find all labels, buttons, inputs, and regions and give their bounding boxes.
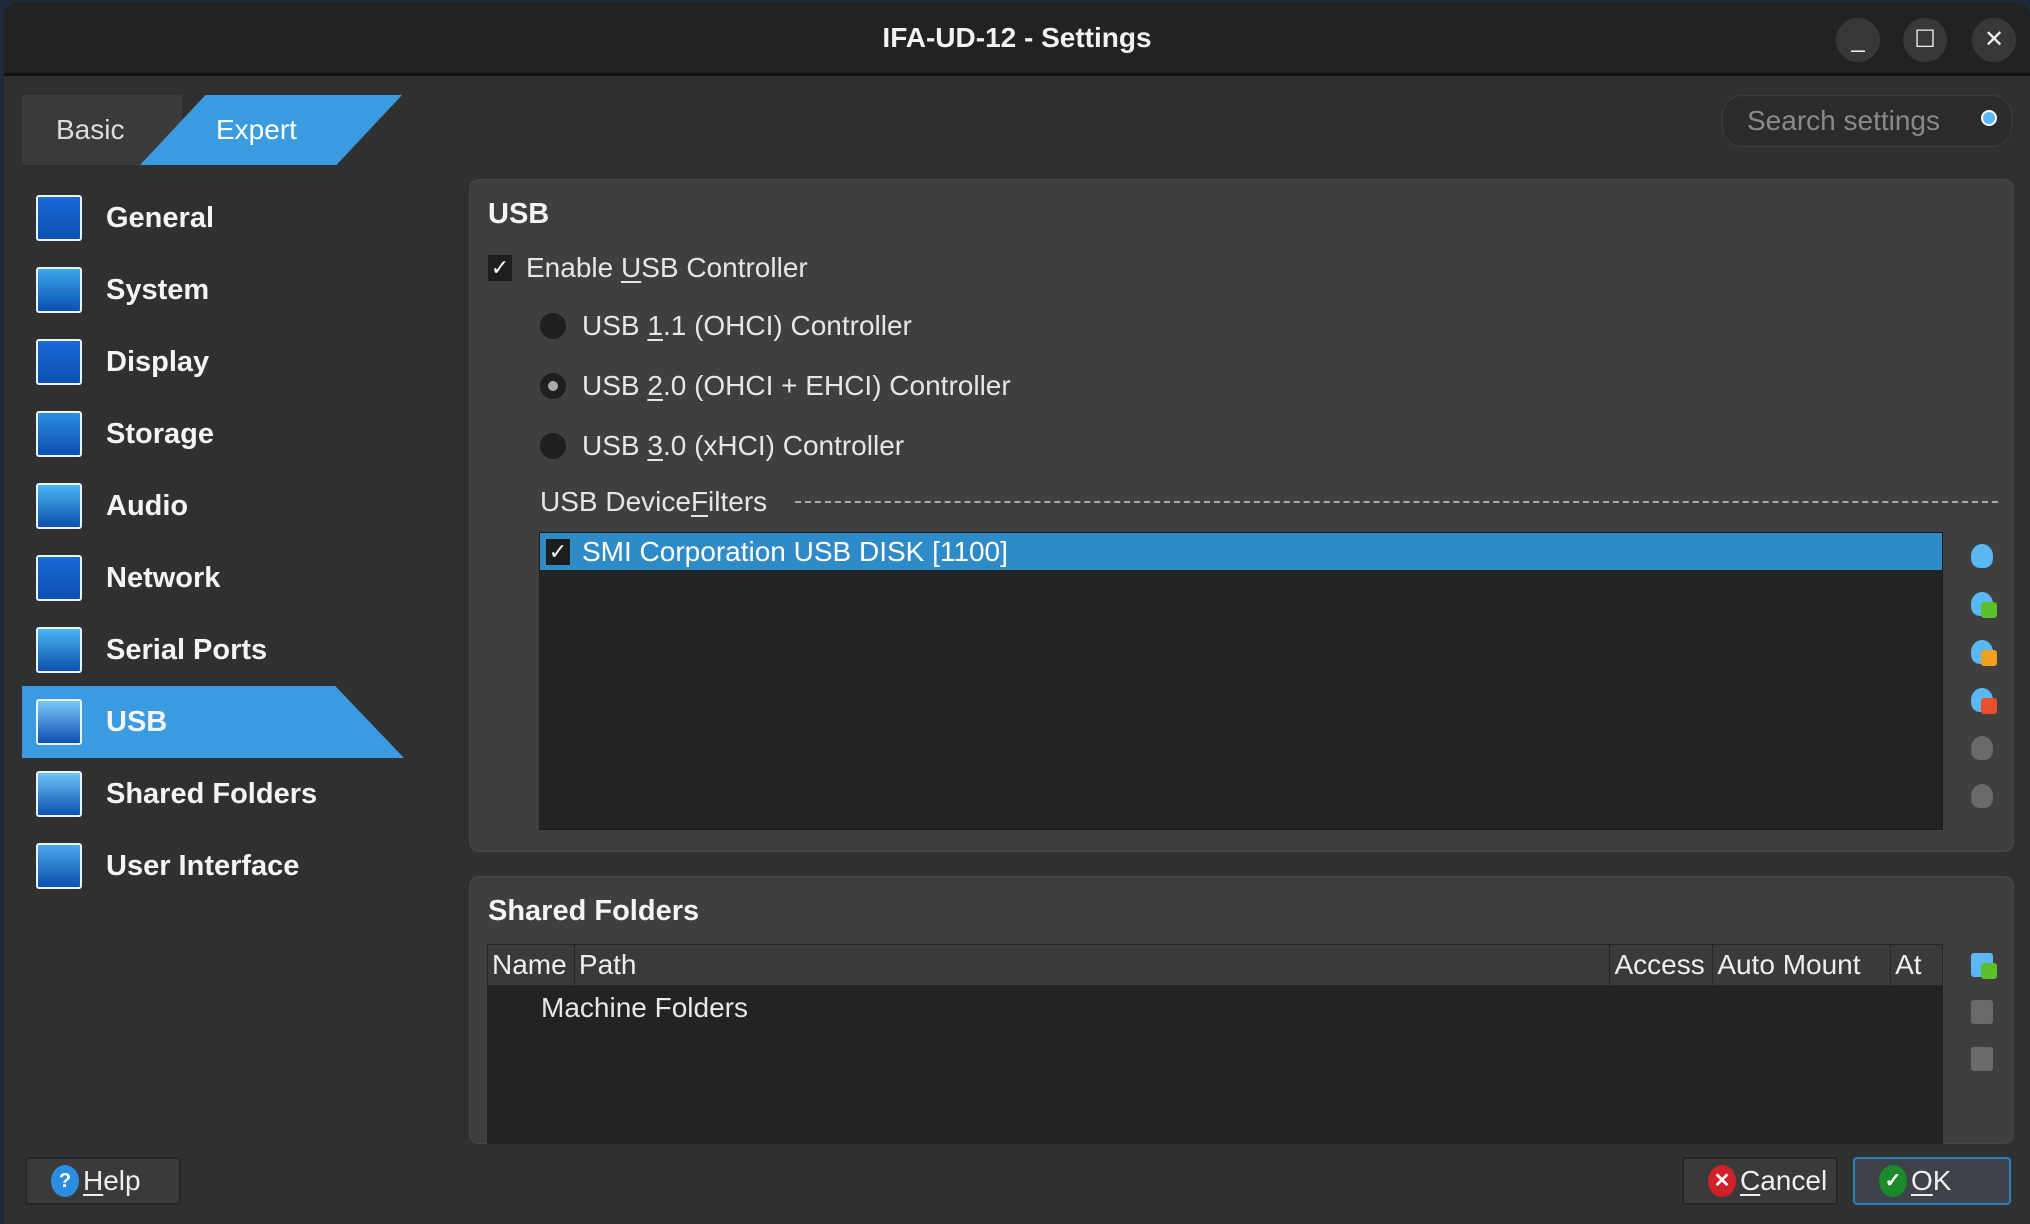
usb-title: USB [488,198,550,230]
network-icon [36,555,82,601]
move-filter-up-icon[interactable] [1965,730,1999,764]
sidebar-item-label: User Interface [106,849,300,882]
sidebar: General System Display Storage Audio Network S… [22,182,404,902]
usb-panel: USB ✓ Enable USB Controller USB 1.1 (OHC… [469,179,2014,852]
user-interface-icon [36,843,82,889]
search-placeholder: Search settings [1747,105,1940,136]
radio-button[interactable] [540,433,566,459]
cancel-button[interactable]: ✕ Cancel [1682,1157,1838,1205]
sidebar-item-system[interactable]: System [22,254,404,326]
sidebar-item-serial-ports[interactable]: Serial Ports [22,614,404,686]
general-icon [36,195,82,241]
move-filter-down-icon[interactable] [1965,778,1999,812]
add-empty-filter-icon[interactable] [1965,538,1999,572]
usb-icon [36,699,82,745]
settings-window: IFA-UD-12 - Settings _ ☐ ✕ Basic Expert … [4,2,2030,1224]
sidebar-item-label: System [106,273,210,306]
ok-button[interactable]: ✓ O K [1853,1157,2011,1205]
mode-tabs: Basic Expert [22,95,402,165]
column-auto-mount[interactable]: Auto Mount [1713,945,1892,985]
sidebar-item-display[interactable]: Display [22,326,404,398]
system-icon [36,267,82,313]
maximize-button[interactable]: ☐ [1903,18,1947,62]
filter-checkbox[interactable]: ✓ [546,538,570,565]
add-filter-from-device-icon[interactable] [1965,586,1999,620]
column-path[interactable]: Path [575,945,1611,985]
title-bar: IFA-UD-12 - Settings _ ☐ ✕ [4,2,2030,76]
remove-shared-folder-icon[interactable] [1965,1041,1999,1075]
add-shared-folder-icon[interactable] [1965,947,1999,981]
edit-filter-icon[interactable] [1965,634,1999,668]
list-item[interactable]: ✓ SMI Corporation USB DISK [1100] [540,533,1942,570]
serial-ports-icon [36,627,82,673]
table-row[interactable]: Machine Folders [541,992,748,1024]
radio-button[interactable] [540,313,566,339]
usb-filters-list[interactable]: ✓ SMI Corporation USB DISK [1100] [539,532,1943,830]
help-icon: ? [51,1165,79,1197]
sidebar-item-storage[interactable]: Storage [22,398,404,470]
storage-icon [36,411,82,457]
enable-usb-label: Enable USB Controller [526,252,808,283]
radio-button[interactable] [540,373,566,399]
sidebar-item-label: Display [106,345,210,378]
close-button[interactable]: ✕ [1972,18,2016,62]
usb-controller-radio-1[interactable]: USB 1.1 (OHCI) Controller [540,310,912,342]
checkbox-checked[interactable]: ✓ [488,255,512,281]
shared-folders-table[interactable]: Machine Folders [487,986,1943,1144]
minimize-button[interactable]: _ [1836,18,1880,62]
search-icon[interactable] [1981,110,1997,126]
usb-controller-radio-2[interactable]: USB 2.0 (OHCI + EHCI) Controller [540,370,1011,402]
enable-usb-checkbox[interactable]: ✓ Enable USB Controller [488,252,808,284]
filter-label: SMI Corporation USB DISK [1100] [582,535,1008,567]
radio-label: USB 1.1 (OHCI) Controller [582,310,912,341]
help-button[interactable]: ? Help [25,1157,181,1205]
sidebar-item-network[interactable]: Network [22,542,404,614]
window-title: IFA-UD-12 - Settings [882,22,1152,53]
column-access[interactable]: Access [1610,945,1714,985]
sidebar-item-general[interactable]: General [22,182,404,254]
sidebar-item-label: USB [106,705,168,738]
remove-filter-icon[interactable] [1965,682,1999,716]
audio-icon [36,483,82,529]
sidebar-item-shared-folders[interactable]: Shared Folders [22,758,404,830]
shared-folders-icon [36,771,82,817]
sidebar-item-user-interface[interactable]: User Interface [22,830,404,902]
sidebar-item-audio[interactable]: Audio [22,470,404,542]
cancel-icon: ✕ [1708,1165,1736,1197]
edit-shared-folder-icon[interactable] [1965,994,1999,1028]
radio-label: USB 3.0 (xHCI) Controller [582,430,905,461]
usb-controller-radio-3[interactable]: USB 3.0 (xHCI) Controller [540,430,904,462]
sidebar-item-label: Audio [106,489,189,522]
radio-label: USB 2.0 (OHCI + EHCI) Controller [582,370,1011,401]
usb-device-filters-label: USB Device Filters [540,486,768,517]
search-input[interactable]: Search settings [1722,95,2012,147]
sidebar-item-label: General [106,201,214,234]
sidebar-item-label: Serial Ports [106,633,268,666]
sidebar-item-label: Storage [106,417,214,450]
column-name[interactable]: Name [488,945,575,985]
column-at[interactable]: At [1891,945,1942,985]
divider [795,501,1998,503]
display-icon [36,339,82,385]
shared-folders-panel: Shared Folders Name Path Access Auto Mou… [469,876,2014,1144]
sidebar-item-label: Network [106,561,221,594]
ok-icon: ✓ [1879,1165,1907,1197]
shared-folders-title: Shared Folders [488,895,700,927]
table-header: Name Path Access Auto Mount At [487,944,1943,986]
sidebar-item-usb[interactable]: USB [22,686,404,758]
sidebar-item-label: Shared Folders [106,777,318,810]
